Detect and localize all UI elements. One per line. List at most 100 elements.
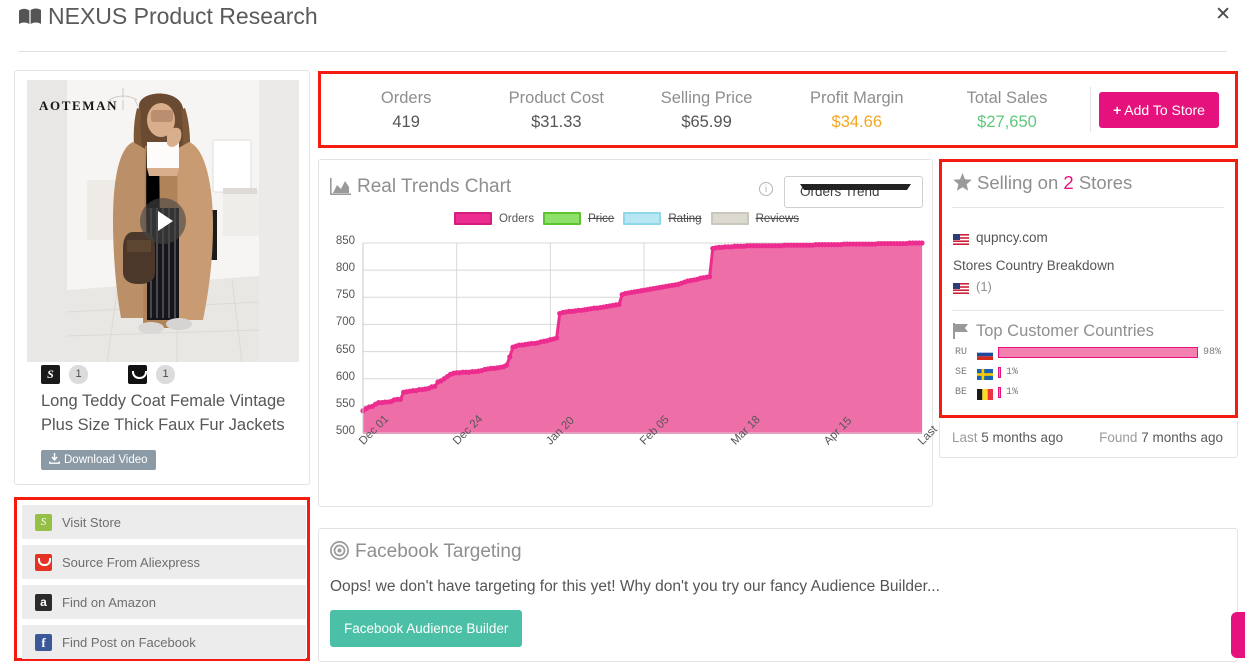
selling-stores-panel: Selling on 2 Stores qupncy.com Stores Co…: [939, 159, 1238, 418]
chart-legend: Orders Price Rating Reviews: [319, 212, 934, 225]
image-watermark: AOTEMAN: [39, 98, 118, 114]
source-aliexpress-button[interactable]: Source From Aliexpress: [22, 545, 306, 579]
visit-store-button[interactable]: Visit Store: [22, 505, 306, 539]
stat-selling-price-label: Selling Price: [631, 86, 781, 110]
aliexpress-icon: [35, 554, 52, 571]
store-list-item[interactable]: qupncy.com: [953, 230, 1048, 245]
y-tick-label: 800: [323, 262, 355, 274]
orders-point: [504, 363, 509, 368]
last-seen-value: 5 months ago: [981, 430, 1063, 445]
chart-title-text: Real Trends Chart: [357, 176, 511, 197]
orders-point: [398, 397, 403, 402]
y-tick-label: 600: [323, 371, 355, 383]
product-card: AOTEMAN 1 1 Long Teddy Coat Female Vinta…: [14, 70, 310, 485]
y-tick-label: 750: [323, 289, 355, 301]
y-tick-label: 500: [323, 425, 355, 437]
shopify-icon: [41, 365, 60, 384]
stats-bar: Orders 419 Product Cost $31.33 Selling P…: [318, 71, 1238, 148]
download-icon: [49, 451, 60, 471]
y-tick-label: 850: [323, 235, 355, 247]
facebook-targeting-title-text: Facebook Targeting: [355, 541, 522, 562]
legend-swatch-price: [543, 212, 581, 225]
product-research-modal: NEXUS Product Research ✕: [0, 0, 1245, 664]
legend-swatch-reviews: [711, 212, 749, 225]
area-chart-icon: [330, 178, 351, 201]
platform-badges: 1 1: [41, 365, 175, 384]
legend-label-orders: Orders: [499, 213, 534, 225]
amazon-icon: [35, 594, 52, 611]
stat-total-sales: Total Sales $27,650: [932, 86, 1082, 134]
country-code: BE: [955, 387, 972, 398]
bag-store-count: 1: [156, 365, 175, 384]
top-customer-countries-title: Top Customer Countries: [953, 322, 1154, 344]
orders-point: [507, 354, 512, 359]
legend-item-rating[interactable]: Rating: [623, 212, 701, 225]
orders-point: [432, 384, 437, 389]
download-video-label: Download Video: [64, 454, 148, 466]
y-tick-label: 550: [323, 398, 355, 410]
floating-support-tab[interactable]: [1231, 612, 1245, 658]
country-bar: [998, 347, 1198, 358]
stores-country-breakdown-label: Stores Country Breakdown: [953, 258, 1114, 273]
legend-item-orders[interactable]: Orders: [454, 212, 534, 225]
country-row: RU 98%: [955, 345, 1221, 359]
country-code: RU: [955, 347, 972, 358]
stat-selling-price: Selling Price $65.99: [631, 86, 781, 134]
visit-store-label: Visit Store: [62, 515, 121, 530]
last-seen-meta: Last 5 months ago: [952, 430, 1063, 445]
plus-icon: +: [1113, 102, 1121, 118]
us-flag-icon: [953, 232, 969, 243]
selling-divider: [952, 207, 1224, 208]
facebook-targeting-card: Facebook Targeting Oops! we don't have t…: [318, 528, 1238, 662]
find-amazon-button[interactable]: Find on Amazon: [22, 585, 306, 619]
book-icon: [18, 5, 42, 32]
legend-item-reviews[interactable]: Reviews: [711, 212, 799, 225]
selling-suffix: Stores: [1074, 172, 1133, 193]
country-code: SE: [955, 367, 972, 378]
download-video-button[interactable]: Download Video: [41, 450, 156, 470]
chevron-down-icon: [800, 184, 911, 190]
legend-swatch-orders: [454, 212, 492, 225]
y-tick-label: 650: [323, 344, 355, 356]
chart-canvas: [319, 235, 934, 508]
facebook-audience-builder-button[interactable]: Facebook Audience Builder: [330, 610, 522, 647]
be-flag-icon: [977, 387, 993, 398]
country-bar: [998, 367, 1001, 378]
add-to-store-button[interactable]: +Add To Store: [1099, 92, 1219, 128]
last-seen-key: Last: [952, 430, 981, 445]
shopify-icon: [35, 514, 52, 531]
page-title: NEXUS Product Research: [18, 3, 318, 32]
orders-point: [707, 274, 712, 279]
legend-label-price: Price: [588, 213, 614, 225]
found-value: 7 months ago: [1141, 430, 1223, 445]
legend-item-price[interactable]: Price: [543, 212, 614, 225]
countries-divider: [952, 310, 1224, 311]
info-icon[interactable]: i: [759, 182, 773, 196]
chart-plot-area: 500550600650700750800850 Dec 01Dec 24Jan…: [319, 235, 934, 508]
se-flag-icon: [977, 367, 993, 378]
source-aliexpress-label: Source From Aliexpress: [62, 555, 200, 570]
stat-selling-price-value: $65.99: [631, 110, 781, 134]
modal-header: NEXUS Product Research ✕: [0, 0, 1245, 52]
stat-product-cost-label: Product Cost: [481, 86, 631, 110]
ru-flag-icon: [977, 347, 993, 358]
legend-label-reviews: Reviews: [756, 213, 799, 225]
play-icon[interactable]: [140, 198, 186, 244]
add-to-store-label: Add To Store: [1124, 102, 1205, 118]
header-divider: [18, 51, 1227, 52]
stat-total-sales-value: $27,650: [932, 110, 1082, 134]
trend-select[interactable]: Orders Trend: [784, 176, 923, 208]
country-breakdown-count: (1): [976, 279, 992, 294]
flag-icon: [953, 323, 970, 344]
star-icon: [953, 173, 972, 196]
close-icon[interactable]: ✕: [1215, 5, 1231, 24]
selling-stores-title: Selling on 2 Stores: [953, 172, 1132, 196]
stat-orders: Orders 419: [331, 86, 481, 134]
product-image[interactable]: AOTEMAN: [27, 80, 299, 362]
country-percent: 98%: [1203, 347, 1221, 358]
top-customer-countries-text: Top Customer Countries: [976, 322, 1154, 340]
find-facebook-post-button[interactable]: Find Post on Facebook: [22, 625, 306, 659]
stat-profit-margin-value: $34.66: [782, 110, 932, 134]
orders-point: [616, 302, 621, 307]
country-percent: 1%: [1006, 367, 1018, 378]
